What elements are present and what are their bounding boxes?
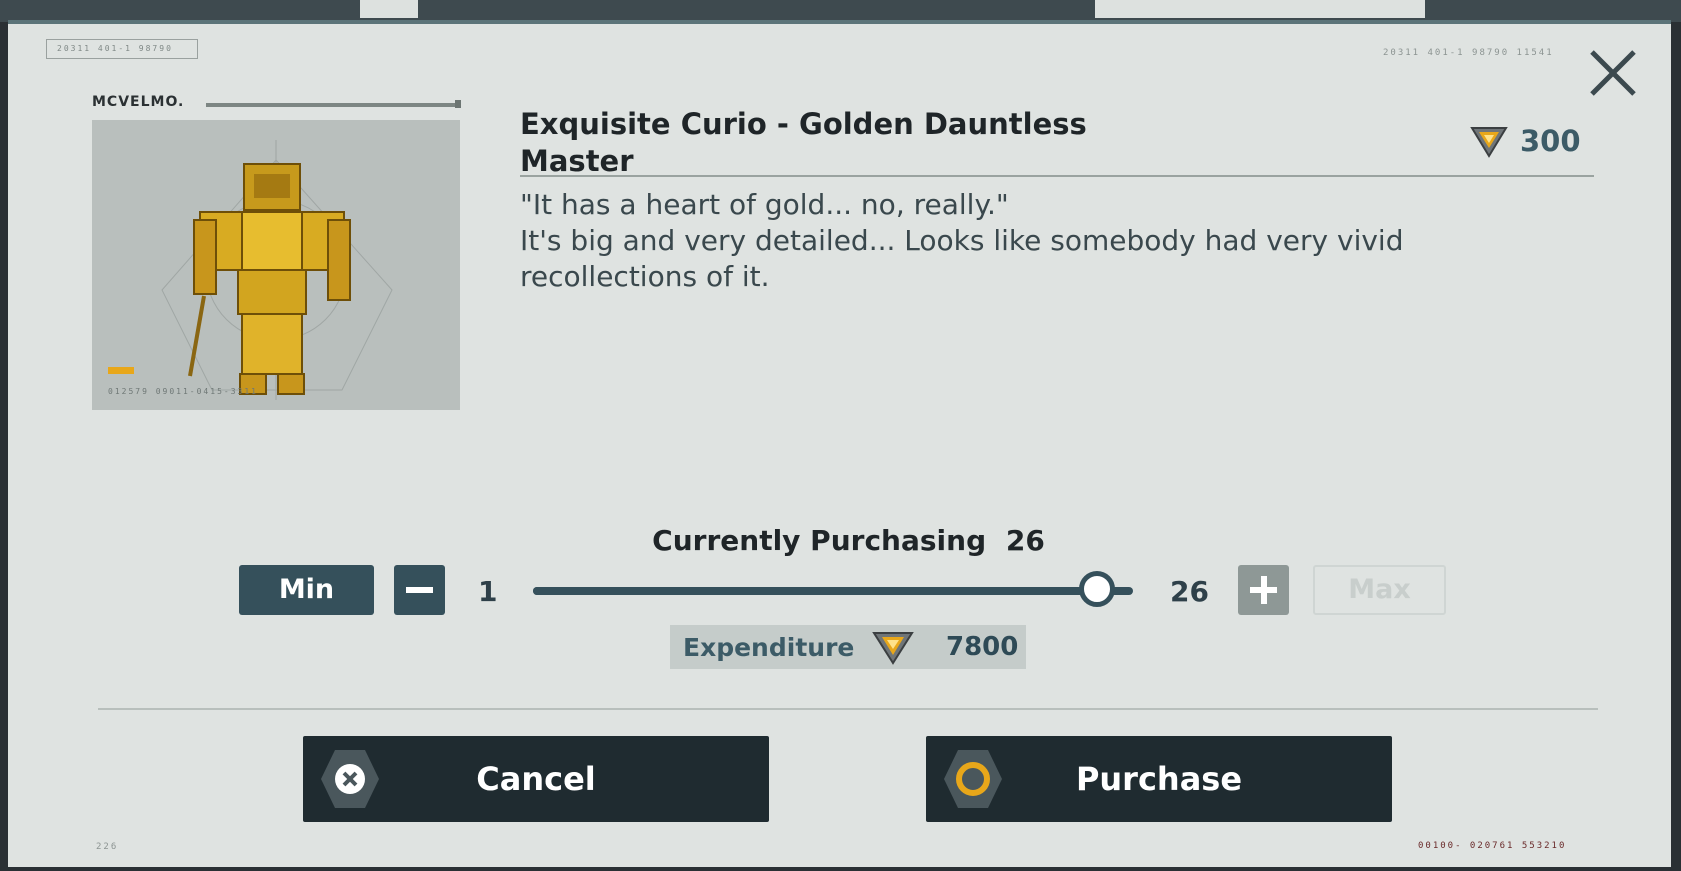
cancel-label: Cancel [476, 760, 596, 798]
background-tile [1095, 0, 1425, 18]
item-name: Exquisite Curio - Golden Dauntless Maste… [520, 107, 1087, 178]
currency-gem-icon [872, 632, 914, 665]
currently-purchasing-value: 26 [1005, 524, 1045, 557]
purchase-dialog: 20311 401-1 98790 20311 401-1 98790 1154… [8, 20, 1671, 867]
increment-button[interactable] [1238, 565, 1289, 615]
slider-handle[interactable] [1079, 571, 1115, 607]
dialog-code-label: 20311 401-1 98790 [46, 39, 198, 59]
dialog-bottom-left-code: 226 [96, 842, 119, 852]
description-body: It's big and very detailed... Looks like… [520, 224, 1404, 293]
currently-purchasing-label: Currently Purchasing [652, 524, 987, 557]
background-tile [360, 0, 418, 18]
expenditure-bar: Expenditure 7800 [670, 625, 1026, 669]
unit-price-value: 300 [1520, 124, 1581, 158]
item-description: "It has a heart of gold... no, really." … [520, 187, 1500, 295]
title-divider [520, 175, 1594, 177]
description-quote: "It has a heart of gold... no, really." [520, 188, 1009, 221]
unit-price: 300 [1468, 122, 1581, 160]
cancel-button[interactable]: Cancel [303, 736, 769, 822]
actions-divider [98, 708, 1598, 710]
robot-figure-icon [161, 140, 393, 400]
decrement-button[interactable] [394, 565, 445, 615]
item-image: 012579 09011-0415-3311 [92, 120, 460, 410]
slider-max-value: 26 [1170, 575, 1209, 608]
background-top-strip [0, 0, 1681, 22]
max-button[interactable]: Max [1313, 565, 1446, 615]
expenditure-label: Expenditure [683, 632, 855, 662]
min-button[interactable]: Min [239, 565, 374, 615]
close-icon[interactable] [1586, 46, 1640, 100]
currently-purchasing: Currently Purchasing 26 [8, 524, 1671, 557]
image-accent-bar [108, 367, 134, 374]
brand-divider [206, 103, 460, 107]
dialog-top-codes: 20311 401-1 98790 11541 [1383, 48, 1554, 58]
quantity-slider[interactable] [533, 571, 1133, 607]
brand-divider-end [455, 100, 461, 108]
expenditure-value: 7800 [946, 632, 1019, 662]
currency-gem-icon [1470, 127, 1508, 158]
slider-fill [533, 587, 1097, 595]
purchase-label: Purchase [1075, 760, 1243, 798]
brand-label: MCVELMO. [92, 94, 185, 110]
slider-min-value: 1 [478, 575, 498, 608]
image-code: 012579 09011-0415-3311 [108, 387, 258, 396]
dialog-bottom-right-code: 00100- 020761 553210 [1418, 841, 1567, 851]
purchase-button[interactable]: Purchase [926, 736, 1392, 822]
